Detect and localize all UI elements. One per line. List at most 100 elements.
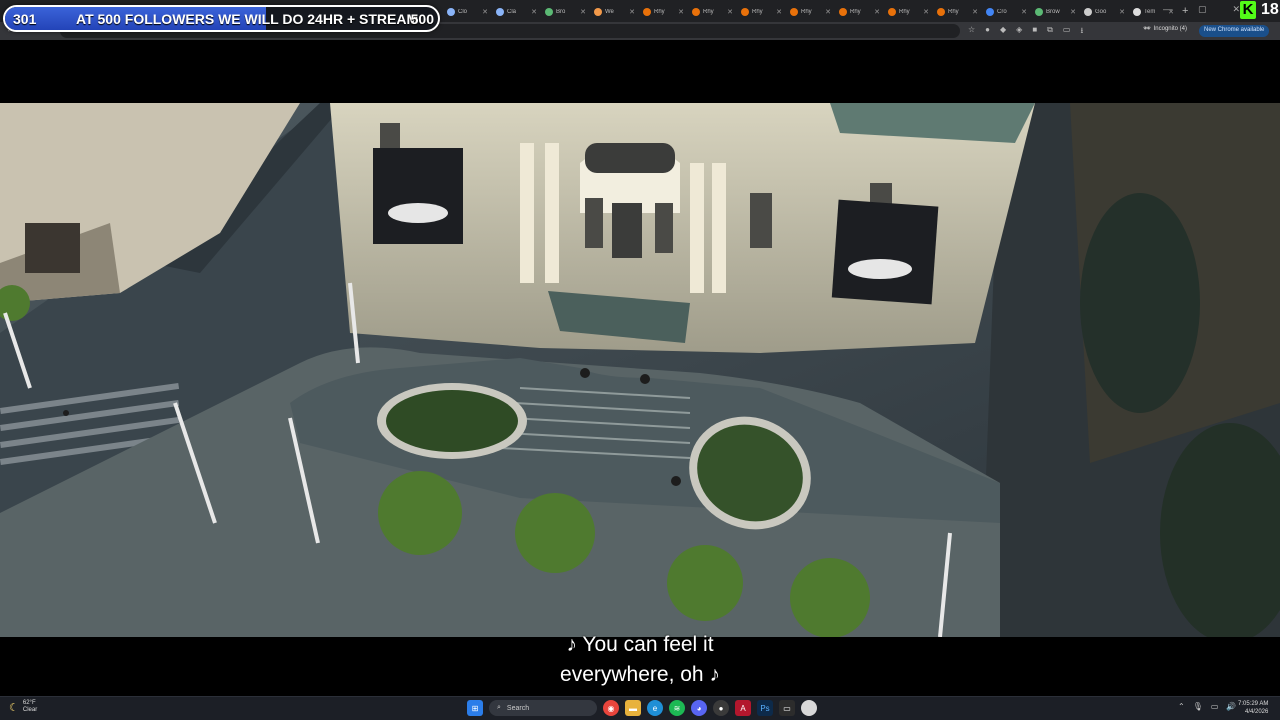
follower-goal-message: AT 500 FOLLOWERS WE WILL DO 24HR + STREA… (76, 11, 419, 27)
toolbar-icons: ☆ ● ◆ ◈ ■ ⧉ ▭ ⭳ (968, 25, 1083, 39)
photoshop-icon[interactable]: Ps (757, 700, 773, 716)
youtube-icon (741, 8, 749, 16)
weather-widget[interactable]: ☾ 62°F Clear (9, 700, 37, 714)
close-window-icon[interactable]: ✕ (1232, 4, 1240, 15)
close-tab-icon[interactable]: ✕ (678, 8, 684, 16)
weather-condition: Clear (22, 707, 38, 713)
extension-icon[interactable]: ● (985, 25, 990, 39)
discord-icon[interactable]: ◕ (691, 700, 707, 716)
extension-icon[interactable]: ◈ (1016, 25, 1022, 39)
chrome-icon[interactable]: ◉ (603, 700, 619, 716)
youtube-icon (839, 8, 847, 16)
system-tray: ⌃ 🎙 ▭ 🔊 (1178, 702, 1236, 711)
clock-date: 4/4/2026 (1245, 709, 1269, 715)
youtube-icon (643, 8, 651, 16)
youtube-icon (888, 8, 896, 16)
close-tab-icon[interactable]: ✕ (923, 8, 929, 16)
google-icon (1084, 8, 1092, 16)
subtitle-captions: ♪ You can feel it everywhere, oh ♪ (0, 630, 1280, 690)
tab-title: Cla (507, 9, 517, 15)
sidebar-icon[interactable]: ▭ (1063, 25, 1071, 39)
close-tab-icon[interactable]: ✕ (482, 8, 488, 16)
obs-icon[interactable]: ● (713, 700, 729, 716)
taskbar-clock[interactable]: 7:05:29 AM 4/4/2026 (1238, 700, 1268, 716)
moon-icon: ☾ (9, 701, 19, 714)
close-tab-icon[interactable]: ✕ (1021, 8, 1027, 16)
follower-goal-banner: 301 AT 500 FOLLOWERS WE WILL DO 24HR + S… (3, 5, 440, 32)
spotify-icon[interactable]: ≋ (669, 700, 685, 716)
browser-tab[interactable]: Rhy ✕ (884, 2, 933, 22)
windows-start-icon[interactable]: ⊞ (467, 700, 483, 716)
video-player-frame[interactable] (0, 103, 1280, 637)
follower-goal-current: 301 (13, 11, 37, 27)
browser-tab[interactable]: Rhy ✕ (688, 2, 737, 22)
browser-tab[interactable]: Cla ✕ (492, 2, 541, 22)
close-tab-icon[interactable]: ✕ (580, 8, 586, 16)
tab-title: Cro (997, 9, 1007, 15)
close-tab-icon[interactable]: ✕ (727, 8, 733, 16)
browser-tab[interactable]: Rhy ✕ (639, 2, 688, 22)
globe-icon (1035, 8, 1043, 16)
volume-icon[interactable]: 🔊 (1226, 702, 1236, 711)
close-tab-icon[interactable]: ✕ (874, 8, 880, 16)
acrobat-icon[interactable]: A (735, 700, 751, 716)
kick-viewer-counter: K 18 (1240, 1, 1279, 19)
youtube-icon (790, 8, 798, 16)
browser-tab[interactable]: Brow ✕ (1031, 2, 1080, 22)
app-circle-icon[interactable] (801, 700, 817, 716)
bookmark-star-icon[interactable]: ☆ (968, 25, 975, 39)
tab-title: Rhy (703, 9, 714, 15)
maximize-icon[interactable]: ▢ (1198, 4, 1207, 15)
windows-taskbar: ☾ 62°F Clear ⊞ ⌕ Search ◉ ▬ e ≋ ◕ ● A Ps… (0, 696, 1280, 720)
extension-icon[interactable]: ■ (1032, 25, 1037, 39)
tab-title: Rhy (752, 9, 763, 15)
new-chrome-available-button[interactable]: New Chrome available (1199, 25, 1270, 37)
edge-icon[interactable]: e (647, 700, 663, 716)
terminal-icon[interactable]: ▭ (779, 700, 795, 716)
close-tab-icon[interactable]: ✕ (825, 8, 831, 16)
browser-tab[interactable]: Cro ✕ (982, 2, 1031, 22)
browser-tab[interactable]: Goo ✕ (1080, 2, 1129, 22)
aerial-theatre-video-frame (0, 103, 1280, 637)
close-tab-icon[interactable]: ✕ (972, 8, 978, 16)
close-tab-icon[interactable]: ✕ (1070, 8, 1076, 16)
network-icon[interactable]: ▭ (1211, 702, 1219, 711)
tab-title: Rhy (899, 9, 910, 15)
close-tab-icon[interactable]: ✕ (776, 8, 782, 16)
tab-title: Rhy (654, 9, 665, 15)
weather-temperature: 62°F (22, 700, 36, 706)
taskbar-search-box[interactable]: ⌕ Search (489, 700, 597, 716)
tab-title: Clo (458, 9, 468, 15)
follower-goal-target: 500 (410, 11, 434, 27)
tab-title: Rhy (850, 9, 861, 15)
tab-title: We (605, 9, 614, 15)
chevron-up-icon[interactable]: ⌃ (1178, 702, 1185, 711)
extension-icon[interactable]: ◆ (1000, 25, 1006, 39)
browser-tab[interactable]: Bro ✕ (541, 2, 590, 22)
kick-logo-icon: K (1240, 1, 1256, 19)
close-tab-icon[interactable]: ✕ (531, 8, 537, 16)
incognito-indicator[interactable]: 🕶 Incognito (4) (1143, 25, 1187, 33)
close-tab-icon[interactable]: ✕ (629, 8, 635, 16)
caption-line-1: ♪ You can feel it (566, 633, 714, 656)
clock-time: 7:05:29 AM (1238, 701, 1269, 707)
browser-tab[interactable]: Rhy ✕ (786, 2, 835, 22)
close-tab-icon[interactable]: ✕ (1119, 8, 1125, 16)
browser-tab[interactable]: Rhy ✕ (933, 2, 982, 22)
download-icon[interactable]: ⭳ (1080, 25, 1083, 39)
globe-icon (545, 8, 553, 16)
youtube-icon (937, 8, 945, 16)
browser-tab[interactable]: We ✕ (590, 2, 639, 22)
minimize-icon[interactable]: — (1163, 4, 1172, 15)
globe-icon (1133, 8, 1141, 16)
incognito-icon: 🕶 (1143, 26, 1151, 32)
globe-icon (447, 8, 455, 16)
microphone-icon[interactable]: 🎙 (1193, 702, 1203, 711)
browser-tab[interactable]: Clo ✕ (443, 2, 492, 22)
taskbar-apps: ⊞ ⌕ Search ◉ ▬ e ≋ ◕ ● A Ps ▭ (467, 700, 817, 716)
browser-tab[interactable]: Rhy ✕ (737, 2, 786, 22)
file-explorer-icon[interactable]: ▬ (625, 700, 641, 716)
browser-tab[interactable]: Rhy ✕ (835, 2, 884, 22)
search-icon: ⌕ (497, 704, 501, 711)
puzzle-icon[interactable]: ⧉ (1047, 25, 1053, 39)
